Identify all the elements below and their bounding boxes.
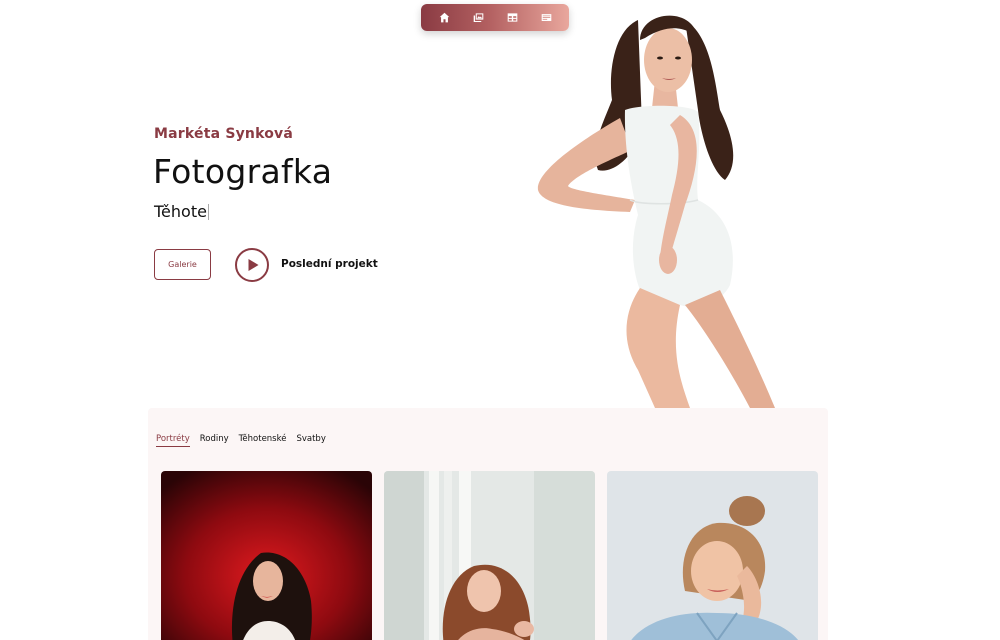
gallery-section: Portréty Rodiny Těhotenské Svatby (148, 408, 828, 640)
play-button[interactable] (235, 248, 269, 282)
hero-photo (537, 15, 775, 408)
nav-gallery-button[interactable] (467, 7, 489, 29)
tab-weddings[interactable]: Svatby (296, 434, 325, 447)
typing-caret (207, 203, 209, 220)
photographer-name: Markéta Synková (154, 126, 294, 142)
play-icon (248, 259, 258, 271)
nav-table-button[interactable] (501, 7, 523, 29)
portrait-denim-photo (607, 471, 818, 640)
hero-title: Fotografka (153, 152, 333, 191)
typed-text: Těhote (154, 202, 207, 221)
last-project-link[interactable]: Poslední projekt (281, 258, 378, 270)
home-icon (439, 12, 449, 23)
gallery-photo-2[interactable] (384, 471, 595, 640)
portrait-window-photo (384, 471, 595, 640)
tab-portraits[interactable]: Portréty (156, 434, 190, 447)
gallery-button[interactable]: Galerie (154, 249, 211, 280)
nav-home-button[interactable] (433, 7, 455, 29)
gallery-photo-3[interactable] (607, 471, 818, 640)
typed-subtitle: Těhote (154, 202, 209, 221)
images-icon (473, 13, 483, 22)
gallery-photo-1[interactable] (161, 471, 372, 640)
tab-pregnancy[interactable]: Těhotenské (239, 434, 287, 447)
top-nav (421, 4, 569, 31)
table-icon (507, 13, 517, 22)
portrait-red-photo (161, 471, 372, 640)
tab-families[interactable]: Rodiny (200, 434, 229, 447)
gallery-tabs: Portréty Rodiny Těhotenské Svatby (156, 434, 326, 447)
nav-contact-button[interactable] (535, 7, 557, 29)
card-icon (541, 14, 551, 21)
